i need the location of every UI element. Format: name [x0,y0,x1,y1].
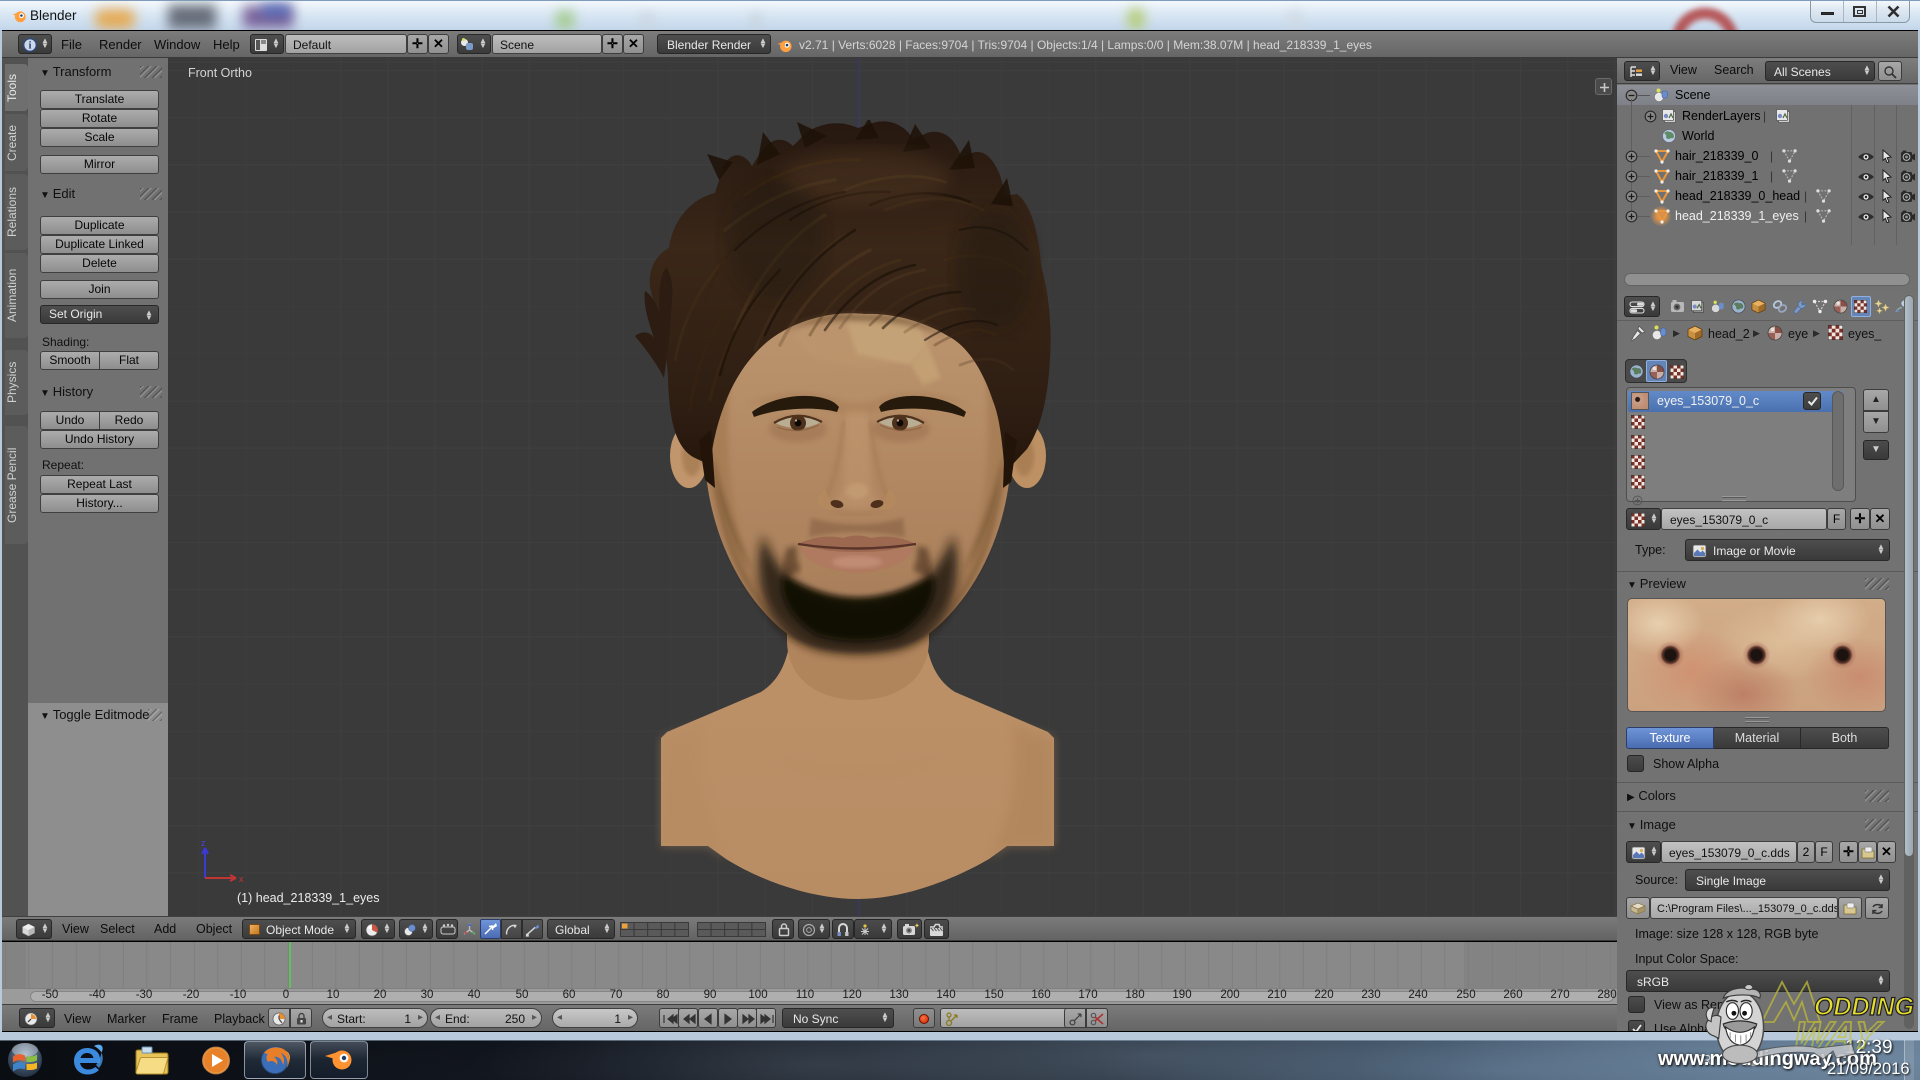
svg-text:z: z [201,838,206,848]
svg-text:x: x [239,874,244,884]
svg-text:✦: ✦ [914,922,919,930]
svg-text:i: i [29,41,32,52]
